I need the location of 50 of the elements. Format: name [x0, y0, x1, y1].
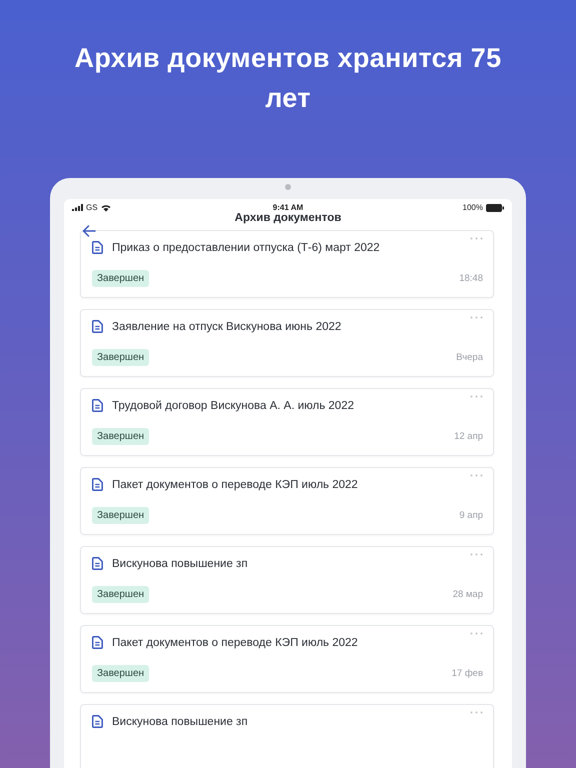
document-title: Вискунова повышение зп	[112, 716, 249, 728]
document-card[interactable]: Вискунова повышение зп	[80, 704, 494, 768]
document-title: Заявление на отпуск Вискунова июнь 2022	[112, 320, 342, 332]
more-options-icon[interactable]	[470, 237, 483, 240]
wifi-icon	[100, 204, 111, 212]
more-options-icon[interactable]	[470, 711, 483, 714]
document-title: Вискунова повышение зп	[112, 558, 249, 570]
camera-dot	[285, 184, 291, 190]
document-icon	[92, 478, 103, 491]
more-options-icon[interactable]	[470, 553, 483, 556]
more-options-icon[interactable]	[470, 395, 483, 398]
status-badge: Завершен	[92, 665, 150, 682]
status-badge: Завершен	[92, 507, 150, 524]
signal-icon	[72, 204, 83, 211]
document-card[interactable]: Трудовой договор Вискунова А. А. июль 2022 Завершен 12 апр	[80, 388, 494, 456]
document-date: 9 апр	[459, 510, 483, 521]
document-date: Вчера	[456, 352, 483, 363]
screen-title: Архив документов	[234, 212, 342, 224]
document-card[interactable]: Вискунова повышение зп Завершен 28 мар	[80, 546, 494, 614]
document-date: 28 мар	[452, 589, 483, 600]
headline: Архив документов хранится 75 лет	[74, 42, 502, 115]
back-arrow-icon[interactable]	[82, 225, 96, 237]
clock-time: 9:41 AM	[272, 203, 304, 212]
document-card[interactable]: Приказ о предоставлении отпуска (Т-6) март 2022 Завершен 18:48	[80, 230, 494, 298]
document-card[interactable]: Заявление на отпуск Вискунова июнь 2022 Завершен Вчера	[80, 309, 494, 377]
document-card[interactable]: Пакет документов о переводе КЭП июль 2022 Завершен 9 апр	[80, 467, 494, 535]
status-badge: Завершен	[92, 349, 150, 366]
carrier-name: GS	[86, 203, 98, 212]
more-options-icon[interactable]	[470, 316, 483, 319]
document-title: Пакет документов о переводе КЭП июль 2022	[112, 478, 359, 490]
more-options-icon[interactable]	[470, 474, 483, 477]
document-title: Приказ о предоставлении отпуска (Т-6) март 2022	[112, 242, 381, 254]
more-options-icon[interactable]	[470, 632, 483, 635]
document-icon	[92, 636, 103, 649]
status-badge: Завершен	[92, 586, 150, 603]
document-title: Трудовой договор Вискунова А. А. июль 2022	[112, 400, 355, 412]
status-badge: Завершен	[92, 428, 150, 445]
document-date: 12 апр	[454, 431, 483, 442]
document-icon	[92, 715, 103, 728]
status-badge: Завершен	[92, 270, 150, 287]
document-icon	[92, 320, 103, 333]
document-date: 17 фев	[452, 668, 483, 679]
document-date: 18:48	[459, 273, 483, 284]
document-icon	[92, 399, 103, 412]
document-title: Пакет документов о переводе КЭП июль 2022	[112, 636, 359, 648]
document-card[interactable]: Пакет документов о переводе КЭП июль 2022 Завершен 17 фев	[80, 625, 494, 693]
document-icon	[92, 557, 103, 570]
battery-percent: 100%	[462, 203, 483, 212]
battery-icon	[486, 204, 504, 212]
document-icon	[92, 241, 103, 254]
